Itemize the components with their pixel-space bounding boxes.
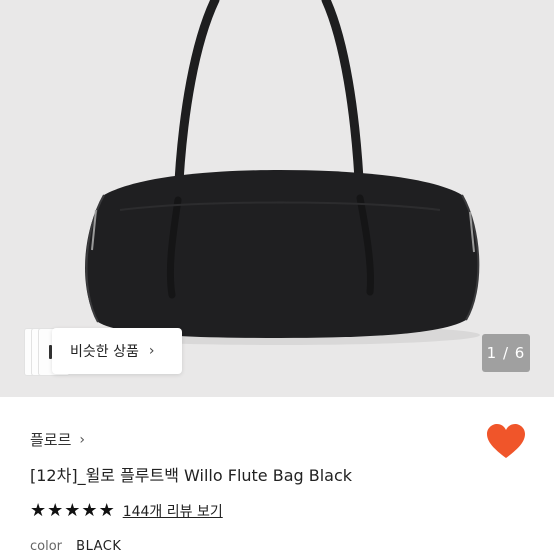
chevron-right-icon: › bbox=[79, 431, 86, 448]
star-icon: ★ bbox=[64, 500, 81, 521]
similar-products[interactable]: 비슷한 상품 › bbox=[24, 328, 184, 376]
image-counter: 1 / 6 bbox=[482, 334, 530, 372]
star-icon: ★ bbox=[81, 500, 98, 521]
shop-link[interactable]: 플로르 › bbox=[30, 429, 85, 450]
rating-row: ★ ★ ★ ★ ★ 144개 리뷰 보기 bbox=[30, 501, 223, 521]
product-info: 플로르 › [12차]_윌로 플루트백 Willo Flute Bag Blac… bbox=[0, 397, 554, 554]
product-title: [12차]_윌로 플루트백 Willo Flute Bag Black bbox=[30, 466, 353, 485]
star-rating: ★ ★ ★ ★ ★ bbox=[30, 502, 115, 520]
chevron-right-icon: › bbox=[148, 343, 155, 359]
product-image-carousel[interactable]: 비슷한 상품 › 1 / 6 bbox=[0, 0, 554, 397]
star-icon: ★ bbox=[30, 500, 47, 521]
heart-icon[interactable] bbox=[486, 424, 526, 460]
star-icon: ★ bbox=[98, 500, 115, 521]
reviews-link[interactable]: 144개 리뷰 보기 bbox=[123, 501, 223, 521]
star-icon: ★ bbox=[47, 500, 64, 521]
similar-products-button[interactable]: 비슷한 상품 › bbox=[52, 328, 182, 374]
color-value: BLACK bbox=[76, 539, 122, 554]
color-label: color bbox=[30, 539, 63, 554]
shop-name: 플로르 bbox=[30, 431, 72, 449]
color-option: color BLACK bbox=[30, 539, 121, 554]
similar-products-label: 비슷한 상품 bbox=[70, 344, 139, 360]
